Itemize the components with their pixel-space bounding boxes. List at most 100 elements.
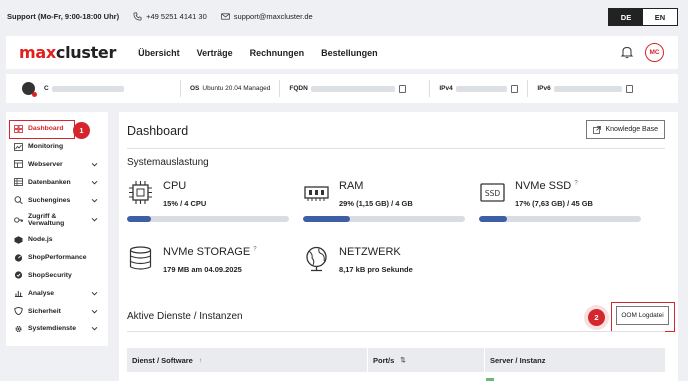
cpu-icon — [129, 181, 152, 204]
info-icon[interactable]: ? — [574, 180, 577, 186]
knowledge-base-button[interactable]: Knowledge Base — [586, 120, 665, 139]
sidebar-item-sicherheit[interactable]: Sicherheit — [6, 302, 108, 320]
sidebar-item-label: Zugriff & Verwaltung — [28, 212, 65, 227]
server-status-icon — [22, 82, 37, 97]
metric-value: 29% (1,15 GB) / 4 GB — [339, 199, 413, 208]
security-icon — [14, 271, 23, 280]
support-hours: Support (Mo-Fr, 9:00-18:00 Uhr) — [7, 11, 120, 21]
lang-en-button[interactable]: EN — [643, 9, 677, 25]
chevron-down-icon[interactable] — [91, 325, 98, 332]
redacted-ipv4 — [455, 85, 508, 92]
progress-fill — [479, 216, 507, 222]
column-ports[interactable]: Port/s ⇅ — [368, 348, 485, 372]
sidebar-item-datenbanken[interactable]: Datenbanken — [6, 173, 108, 191]
sort-asc-icon[interactable]: ↑ — [199, 357, 202, 364]
ipv6-info: IPv6 — [528, 80, 641, 97]
email-link[interactable]: support@maxcluster.de — [221, 12, 313, 21]
phone-number: +49 5251 4141 30 — [146, 11, 207, 21]
sidebar-item-webserver[interactable]: Webserver — [6, 156, 108, 174]
email-address: support@maxcluster.de — [233, 11, 313, 21]
metric-nvme-storage: NVMe STORAGE ? 179 MB am 04.09.2025 — [127, 245, 297, 277]
metric-title: NVMe STORAGE ? — [163, 246, 257, 258]
external-link-icon — [593, 125, 602, 134]
cluster-id: C — [35, 80, 181, 97]
divider — [127, 148, 665, 149]
nav-rechnungen[interactable]: Rechnungen — [250, 48, 305, 58]
progress-fill — [303, 216, 350, 222]
metric-value: 17% (7,63 GB) / 45 GB — [515, 199, 593, 208]
sidebar-item-label: ShopSecurity — [28, 271, 72, 279]
sidebar-item-monitoring[interactable]: Monitoring — [6, 138, 108, 156]
copy-icon[interactable] — [398, 84, 406, 93]
nav-bestellungen[interactable]: Bestellungen — [321, 48, 378, 58]
chevron-down-icon[interactable] — [91, 308, 98, 315]
sidebar-item-label: Systemdienste — [28, 325, 76, 333]
main-nav: Übersicht Verträge Rechnungen Bestellung… — [138, 48, 395, 58]
nav-vertraege[interactable]: Verträge — [197, 48, 233, 58]
chevron-down-icon[interactable] — [91, 216, 98, 223]
metric-title: NVMe SSD ? — [515, 180, 578, 192]
server-info-bar: C OS Ubuntu 20.04 Managed FQDN IPv4 IPv6 — [6, 74, 678, 103]
ram-icon — [304, 186, 329, 201]
ssd-icon: SSD — [480, 183, 505, 202]
table-row — [127, 374, 665, 381]
phone-icon — [133, 12, 142, 20]
oom-logfile-button[interactable]: OOM Logdatei — [616, 306, 669, 325]
sidebar-item-systemdienste[interactable]: Systemdienste — [6, 320, 108, 338]
user-avatar[interactable]: MC — [645, 43, 664, 62]
column-server[interactable]: Server / Instanz — [485, 348, 665, 372]
sort-icon[interactable]: ⇅ — [400, 356, 405, 364]
sidebar-item-label: Datenbanken — [28, 178, 71, 186]
lang-de-button[interactable]: DE — [609, 9, 643, 25]
progress-bar — [303, 216, 465, 222]
performance-icon — [14, 254, 23, 262]
step-badge-1: 1 — [73, 122, 90, 139]
metric-title: CPU — [163, 180, 187, 192]
ipv4-info: IPv4 — [430, 80, 529, 97]
support-bar: Support (Mo-Fr, 9:00-18:00 Uhr) +49 5251… — [0, 0, 688, 32]
bell-icon[interactable] — [620, 45, 634, 59]
network-icon — [306, 246, 327, 272]
metric-value: 8,17 kB pro Sekunde — [339, 265, 413, 274]
gear-icon — [15, 325, 22, 332]
storage-icon — [129, 246, 152, 270]
metric-title: RAM — [339, 180, 364, 192]
sidebar-item-suchengines[interactable]: Suchengines — [6, 191, 108, 209]
sidebar-item-node-js[interactable]: Node.js — [6, 231, 108, 249]
database-icon — [14, 178, 23, 187]
webserver-icon — [14, 160, 23, 169]
sidebar-item-shopsecurity[interactable]: ShopSecurity — [6, 267, 108, 285]
mail-icon — [221, 12, 230, 20]
nav-uebersicht[interactable]: Übersicht — [138, 48, 180, 58]
sidebar-item-zugriff-verwaltung[interactable]: Zugriff & Verwaltung — [6, 209, 108, 231]
maxcluster-logo[interactable]: maxcluster — [19, 43, 116, 62]
highlight-dashboard — [9, 120, 75, 139]
metric-cpu: CPU 15% / 4 CPU — [127, 179, 297, 224]
services-table-header: Dienst / Software ↑ Port/s ⇅ Server / Inst… — [127, 348, 665, 372]
sidebar-item-analyse[interactable]: Analyse — [6, 284, 108, 302]
page-title: Dashboard — [127, 124, 189, 138]
metric-ram: RAM 29% (1,15 GB) / 4 GB — [303, 179, 473, 224]
progress-fill — [127, 216, 152, 222]
copy-icon[interactable] — [625, 84, 633, 93]
chevron-down-icon[interactable] — [91, 197, 98, 204]
column-service[interactable]: Dienst / Software ↑ — [127, 348, 368, 372]
nodejs-icon — [14, 236, 23, 244]
fqdn-info: FQDN — [280, 80, 431, 97]
monitoring-icon — [14, 142, 23, 151]
os-value: Ubuntu 20.04 Managed — [202, 85, 271, 92]
metric-nvme-ssd: SSD NVMe SSD ? 17% (7,63 GB) / 45 GB — [479, 179, 649, 224]
copy-icon[interactable] — [511, 84, 519, 93]
chevron-down-icon[interactable] — [91, 290, 98, 297]
phone-link[interactable]: +49 5251 4141 30 — [133, 12, 207, 21]
key-icon — [14, 217, 23, 223]
info-icon[interactable]: ? — [253, 246, 256, 252]
step-badge-2: 2 — [588, 309, 605, 326]
sidebar-item-label: ShopPerformance — [28, 254, 87, 262]
sidebar-item-shopperformance[interactable]: ShopPerformance — [6, 249, 108, 267]
redacted-cluster — [51, 85, 124, 92]
chevron-down-icon[interactable] — [91, 179, 98, 186]
analyse-icon — [15, 291, 23, 298]
shield-icon — [14, 307, 23, 316]
chevron-down-icon[interactable] — [91, 161, 98, 168]
